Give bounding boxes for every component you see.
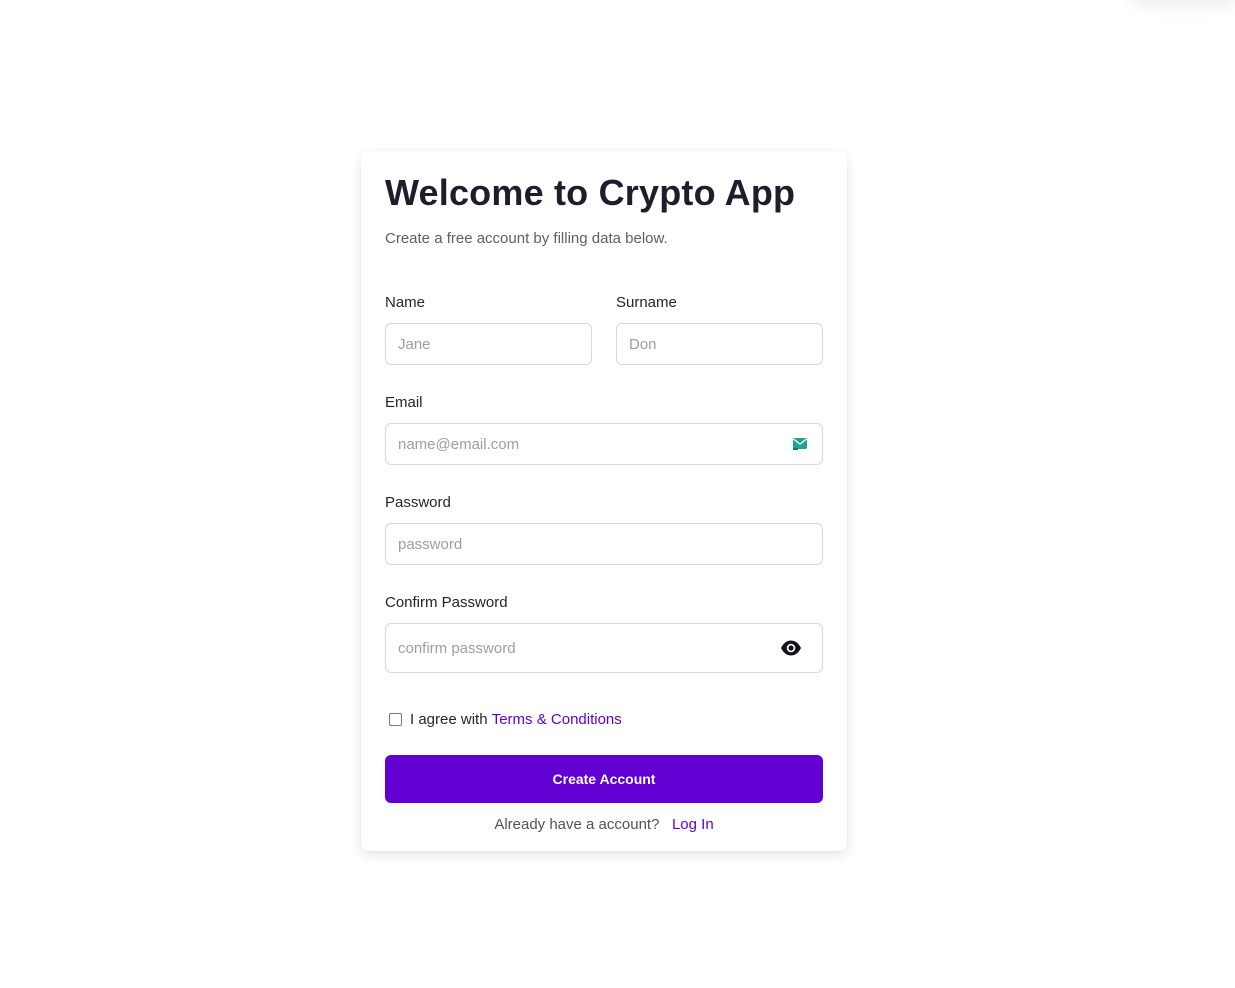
email-label: Email — [385, 394, 423, 411]
terms-checkbox[interactable] — [389, 712, 402, 726]
create-account-button[interactable]: Create Account — [385, 755, 823, 803]
email-input-wrap — [385, 423, 823, 465]
page-title: Welcome to Crypto App — [385, 172, 796, 213]
surname-label: Surname — [616, 294, 677, 311]
login-link[interactable]: Log In — [672, 816, 714, 833]
email-input[interactable] — [386, 424, 822, 464]
confirm-password-input[interactable] — [386, 624, 822, 672]
password-label: Password — [385, 494, 451, 511]
name-row: Name Surname — [385, 293, 823, 365]
name-input[interactable] — [386, 324, 591, 364]
login-spacer — [664, 816, 668, 833]
email-field-group: Email — [385, 393, 823, 465]
surname-field-group: Surname — [616, 293, 823, 365]
signup-card: Welcome to Crypto App Create a free acco… — [361, 151, 847, 851]
login-prompt-text: Already have a account? — [494, 816, 660, 833]
name-field-group: Name — [385, 293, 592, 365]
terms-link[interactable]: Terms & Conditions — [492, 711, 622, 728]
name-label: Name — [385, 294, 426, 311]
confirm-password-input-wrap — [385, 623, 823, 673]
login-prompt: Already have a account? Log In — [385, 815, 823, 835]
email-icon — [793, 438, 807, 450]
surname-input-wrap — [616, 323, 823, 365]
confirm-password-label: Confirm Password — [385, 594, 508, 611]
terms-prefix: I agree with — [410, 710, 488, 728]
eye-icon[interactable] — [780, 639, 802, 657]
password-input-wrap — [385, 523, 823, 565]
confirm-password-field-group: Confirm Password — [385, 593, 823, 673]
name-input-wrap — [385, 323, 592, 365]
page-subtitle: Create a free account by filling data be… — [385, 230, 668, 247]
surname-input[interactable] — [617, 324, 822, 364]
password-input[interactable] — [386, 524, 822, 564]
password-field-group: Password — [385, 493, 823, 565]
terms-agreement: I agree with Terms & Conditions — [385, 709, 823, 729]
